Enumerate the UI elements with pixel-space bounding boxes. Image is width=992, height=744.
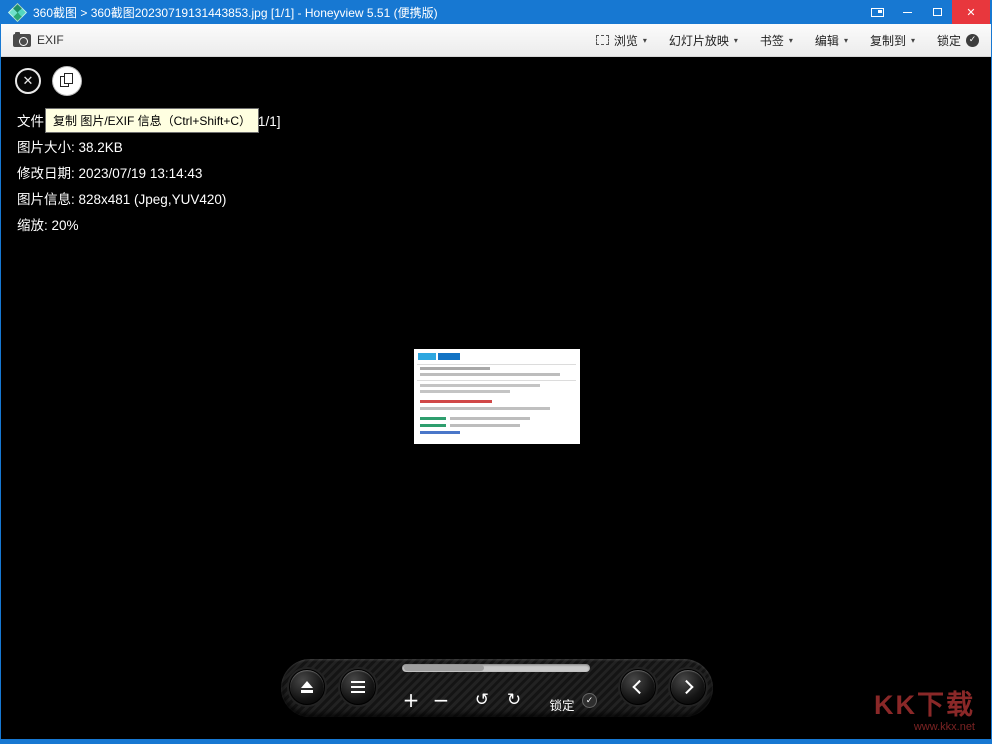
chevron-down-icon: ▾ [789, 36, 793, 45]
image-detail [420, 390, 510, 393]
check-icon: ✓ [582, 693, 597, 708]
copy-to-label: 复制到 [870, 32, 906, 49]
minimize-button[interactable] [892, 0, 922, 24]
browse-label: 浏览 [614, 32, 638, 49]
toolbar: EXIF 浏览 ▾ 幻灯片放映 ▾ 书签 ▾ 编辑 ▾ 复制到 ▾ [1, 24, 991, 57]
exif-overlay-close-button[interactable]: ✕ [15, 68, 41, 94]
eject-icon [301, 681, 313, 688]
image-scrollbar[interactable] [402, 664, 590, 672]
camera-icon [13, 34, 31, 47]
minimize-icon [903, 12, 912, 13]
fullscreen-icon [871, 8, 884, 17]
viewer-control-bar: + − ↺ ↻ 锁定 ✓ [280, 658, 714, 718]
close-icon: ✕ [966, 6, 975, 19]
rotate-left-button[interactable]: ↺ [472, 690, 492, 710]
check-icon: ✓ [966, 34, 979, 47]
image-detail [420, 424, 446, 427]
scrollbar-thumb[interactable] [404, 665, 484, 671]
chevron-left-icon [632, 680, 646, 694]
chevron-down-icon: ▾ [734, 36, 738, 45]
slideshow-menu-button[interactable]: 幻灯片放映 ▾ [669, 32, 738, 49]
copy-exif-tooltip: 复制 图片/EXIF 信息（Ctrl+Shift+C） [45, 108, 259, 133]
info-size: 图片大小: 38.2KB [17, 136, 123, 156]
image-detail [417, 380, 576, 381]
browse-menu-button[interactable]: 浏览 ▾ [596, 32, 647, 49]
previous-image-button[interactable] [620, 669, 656, 705]
chevron-down-icon: ▾ [643, 36, 647, 45]
lock-toggle-button[interactable]: 锁定 ✓ [937, 32, 979, 49]
info-zoom: 缩放: 20% [17, 214, 79, 234]
image-detail [420, 417, 446, 420]
toolbar-right-group: 浏览 ▾ 幻灯片放映 ▾ 书签 ▾ 编辑 ▾ 复制到 ▾ 锁定 ✓ [596, 32, 979, 49]
image-detail [450, 424, 520, 427]
chevron-down-icon: ▾ [844, 36, 848, 45]
close-button[interactable]: ✕ [952, 0, 990, 24]
info-image: 图片信息: 828x481 (Jpeg,YUV420) [17, 188, 226, 208]
close-icon: ✕ [23, 74, 34, 89]
viewer-area: ✕ 复制 图片/EXIF 信息（Ctrl+Shift+C） 文件: 360截图2… [1, 57, 991, 739]
window-bottom-border [1, 739, 991, 744]
watermark: KK下载 www.kkx.net [874, 691, 975, 733]
fullscreen-toggle-button[interactable] [862, 0, 892, 24]
bookmark-label: 书签 [760, 32, 784, 49]
image-detail [450, 417, 530, 420]
lock-label: 锁定 [937, 32, 961, 49]
selection-icon [596, 35, 609, 45]
maximize-icon [933, 8, 942, 16]
slideshow-label: 幻灯片放映 [669, 32, 729, 49]
image-detail [438, 353, 460, 360]
eject-button[interactable] [289, 669, 325, 705]
image-detail [420, 373, 560, 376]
exif-label[interactable]: EXIF [37, 33, 64, 47]
window-title: 360截图 > 360截图20230719131443853.jpg [1/1]… [33, 4, 862, 21]
eject-icon [301, 690, 313, 693]
image-detail [420, 407, 550, 410]
copy-to-menu-button[interactable]: 复制到 ▾ [870, 32, 915, 49]
chevron-right-icon [680, 680, 694, 694]
copy-icon [64, 73, 73, 84]
image-detail [417, 364, 576, 365]
honeyview-window: 360截图 > 360截图20230719131443853.jpg [1/1]… [0, 0, 992, 744]
menu-icon [351, 691, 365, 693]
rotate-right-button[interactable]: ↻ [504, 690, 524, 710]
title-bar: 360截图 > 360截图20230719131443853.jpg [1/1]… [1, 0, 991, 24]
watermark-url: www.kkx.net [874, 721, 975, 733]
next-image-button[interactable] [670, 669, 706, 705]
viewed-image[interactable] [414, 349, 580, 444]
edit-label: 编辑 [815, 32, 839, 49]
edit-menu-button[interactable]: 编辑 ▾ [815, 32, 848, 49]
menu-icon [351, 681, 365, 683]
info-modified: 修改日期: 2023/07/19 13:14:43 [17, 162, 202, 182]
image-detail [420, 384, 540, 387]
maximize-button[interactable] [922, 0, 952, 24]
image-detail [420, 400, 492, 403]
chevron-down-icon: ▾ [911, 36, 915, 45]
zoom-out-button[interactable]: − [431, 688, 451, 712]
window-controls: ✕ [862, 0, 991, 24]
image-detail [420, 367, 490, 370]
honeyview-logo-icon [8, 2, 27, 21]
lock-zoom-button[interactable]: 锁定 [545, 695, 579, 714]
watermark-title: KK下载 [874, 691, 975, 721]
zoom-in-button[interactable]: + [401, 688, 421, 712]
bookmark-menu-button[interactable]: 书签 ▾ [760, 32, 793, 49]
menu-icon [351, 686, 365, 688]
copy-exif-button[interactable] [53, 67, 81, 95]
image-detail [418, 353, 436, 360]
menu-button[interactable] [340, 669, 376, 705]
image-detail [420, 431, 460, 434]
